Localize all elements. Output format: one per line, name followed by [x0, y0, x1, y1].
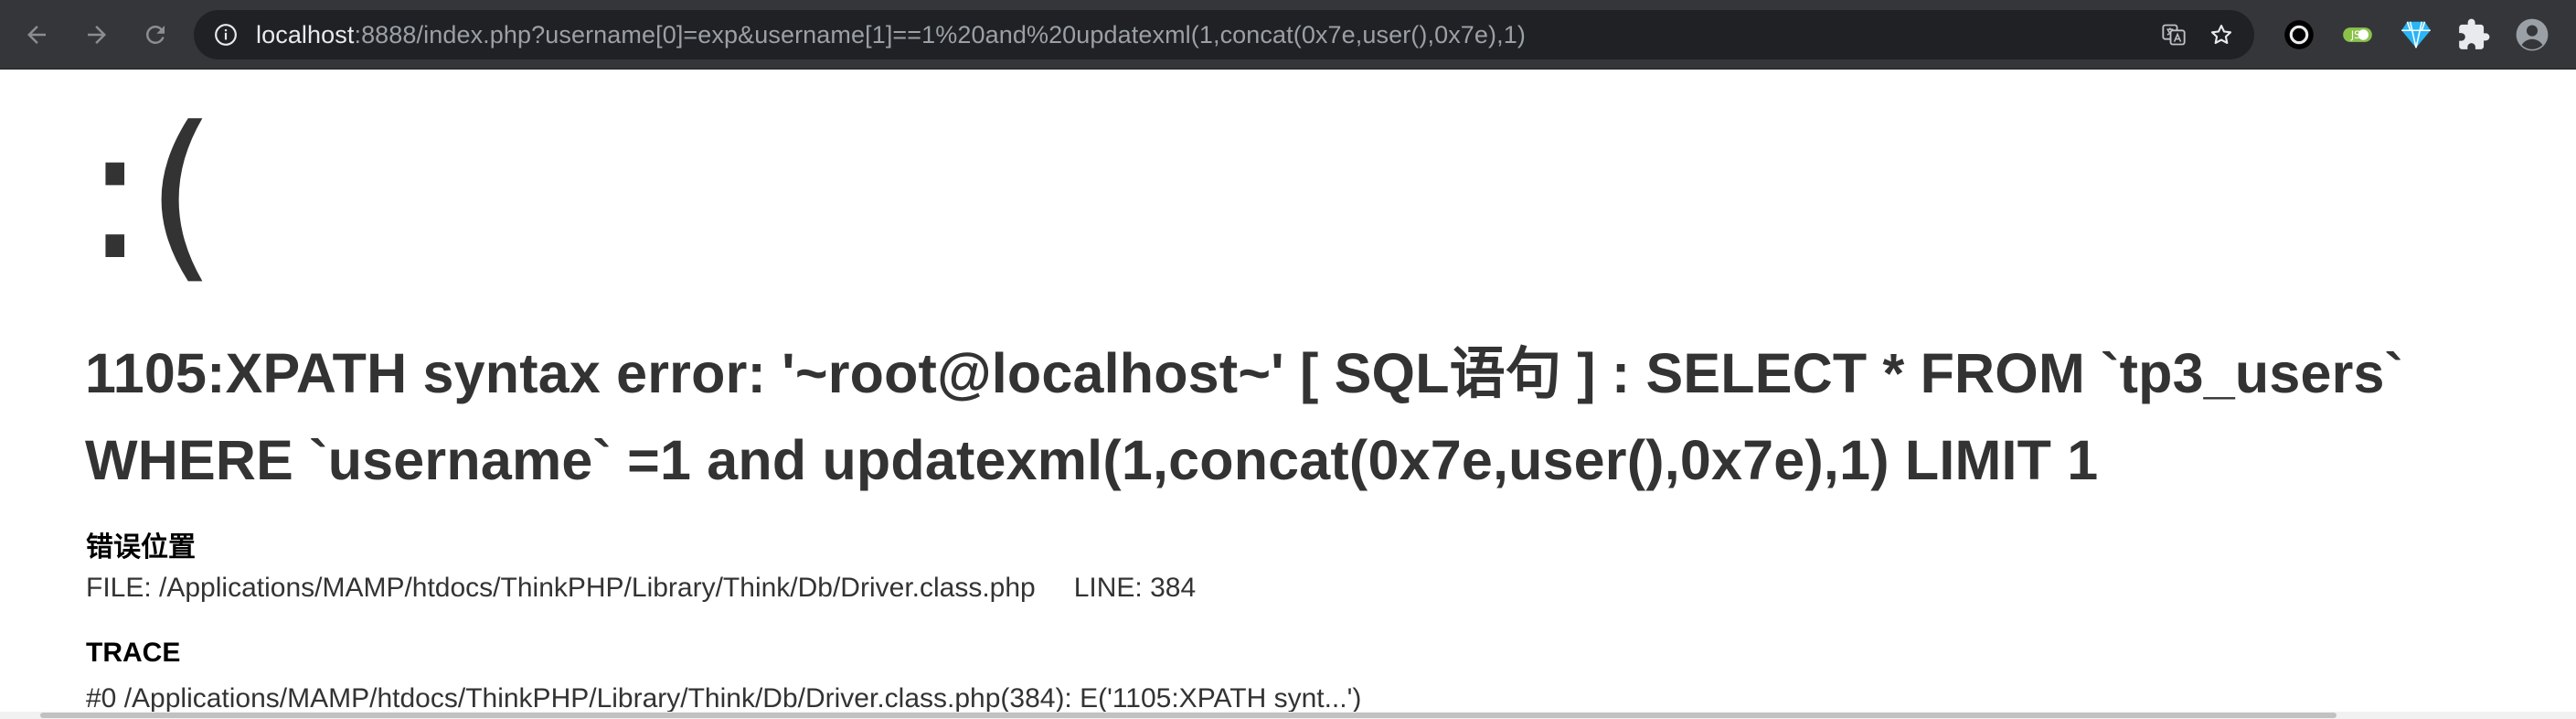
error-file-path: FILE: /Applications/MAMP/htdocs/ThinkPHP… [86, 573, 1036, 603]
error-line-number: LINE: 384 [1073, 573, 1197, 603]
trace-line: #0 /Applications/MAMP/htdocs/ThinkPHP/Li… [86, 683, 1362, 712]
svg-text:JS: JS [2350, 29, 2360, 41]
diamond-icon[interactable] [2399, 17, 2433, 52]
scrollbar-thumb[interactable] [40, 713, 2336, 718]
browser-toolbar: localhost:8888/index.php?username[0]=exp… [0, 0, 2576, 70]
trace-title: TRACE [86, 638, 181, 668]
reload-button[interactable] [137, 16, 174, 53]
forward-button[interactable] [79, 16, 115, 53]
arrow-right-icon [88, 26, 106, 44]
account-icon[interactable] [2515, 17, 2549, 52]
error-message-line-2: WHERE `username` =1 and updatexml(1,conc… [85, 429, 2099, 491]
star-icon[interactable] [2209, 22, 2234, 48]
url-host: localhost [256, 21, 355, 48]
address-bar[interactable]: localhost:8888/index.php?username[0]=exp… [194, 10, 2254, 59]
back-button[interactable] [18, 16, 55, 53]
record-circle-icon[interactable] [2282, 17, 2316, 52]
reload-icon [145, 25, 165, 44]
puzzle-icon[interactable] [2456, 17, 2491, 52]
toggle-badge-icon[interactable]: JS [2340, 17, 2375, 52]
horizontal-scrollbar[interactable] [0, 712, 2576, 719]
url-text[interactable]: localhost:8888/index.php?username[0]=exp… [256, 10, 1526, 59]
url-path: :8888/index.php?username[0]=exp&username… [354, 21, 1526, 48]
page-content: :( 1105:XPATH syntax error: '~root@local… [0, 70, 2576, 712]
translate-icon[interactable] [2161, 22, 2187, 48]
arrow-left-icon [27, 26, 46, 44]
error-message-line-1: 1105:XPATH syntax error: '~root@localhos… [85, 342, 2404, 404]
error-file-line: FILE: /Applications/MAMP/htdocs/ThinkPHP… [86, 573, 1196, 604]
error-message: 1105:XPATH syntax error: '~root@localhos… [85, 330, 2571, 504]
error-location-title: 错误位置 [86, 531, 196, 563]
info-icon[interactable] [214, 23, 238, 47]
sad-face: :( [84, 88, 218, 301]
